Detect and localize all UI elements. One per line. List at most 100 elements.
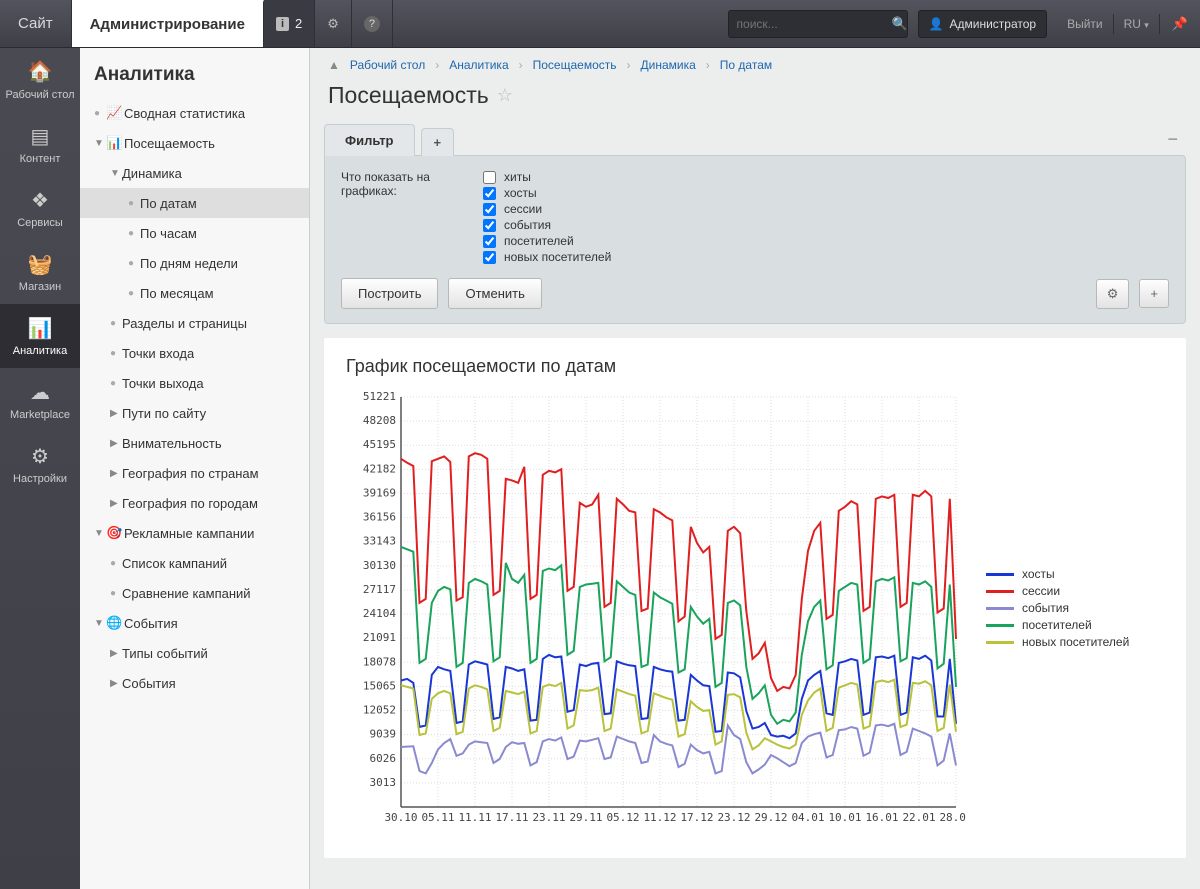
tree-panel: Аналитика ●📈Сводная статистика ▼📊Посещае… bbox=[80, 48, 310, 889]
chk-events[interactable]: события bbox=[483, 218, 611, 232]
arrow-right-icon: ▶ bbox=[110, 498, 122, 509]
tree-adv-list[interactable]: ●Список кампаний bbox=[80, 548, 309, 578]
crumb-4[interactable]: По датам bbox=[720, 58, 772, 72]
arrow-down-icon: ▼ bbox=[94, 618, 106, 629]
tab-site[interactable]: Сайт bbox=[0, 0, 72, 47]
pin-icon: 📌 bbox=[1172, 16, 1188, 31]
user-icon: 👤 bbox=[929, 17, 944, 31]
tab-admin[interactable]: Администрирование bbox=[72, 0, 264, 47]
svg-text:27117: 27117 bbox=[363, 583, 396, 596]
chk-hits[interactable]: хиты bbox=[483, 170, 611, 184]
filter-settings-button[interactable]: ⚙ bbox=[1096, 279, 1130, 309]
filter-collapse[interactable]: − bbox=[1167, 129, 1186, 150]
arrow-right-icon: ▶ bbox=[110, 468, 122, 479]
crumb-3[interactable]: Динамика bbox=[641, 58, 696, 72]
svg-text:51221: 51221 bbox=[363, 390, 396, 403]
chk-hosts[interactable]: хосты bbox=[483, 186, 611, 200]
arrow-right-icon: ▶ bbox=[110, 678, 122, 689]
search-icon[interactable]: 🔍 bbox=[892, 16, 908, 32]
tab-add-button[interactable]: + bbox=[421, 128, 455, 156]
svg-text:24104: 24104 bbox=[363, 607, 396, 620]
gear-icon: ⚙ bbox=[327, 16, 339, 32]
rail-content[interactable]: ▤Контент bbox=[0, 112, 80, 176]
tree-by-weekdays[interactable]: ●По дням недели bbox=[80, 248, 309, 278]
svg-text:17.12: 17.12 bbox=[680, 811, 713, 824]
tree-events[interactable]: ▼🌐События bbox=[80, 608, 309, 638]
home-icon: 🏠 bbox=[28, 59, 53, 85]
tree-adv[interactable]: ▼🎯Рекламные кампании bbox=[80, 518, 309, 548]
svg-text:15065: 15065 bbox=[363, 679, 396, 692]
filter-panel: Фильтр + − Что показать на графиках: хит… bbox=[324, 123, 1186, 324]
pin-button[interactable]: 📌 bbox=[1160, 16, 1200, 32]
chk-visitors[interactable]: посетителей bbox=[483, 234, 611, 248]
svg-text:17.11: 17.11 bbox=[495, 811, 528, 824]
favorite-star-icon[interactable]: ☆ bbox=[497, 85, 513, 106]
rail-analytics[interactable]: 📊Аналитика bbox=[0, 304, 80, 368]
tree-dynamics[interactable]: ▼Динамика bbox=[80, 158, 309, 188]
tree-geo-country[interactable]: ▶География по странам bbox=[80, 458, 309, 488]
svg-text:30.10: 30.10 bbox=[384, 811, 417, 824]
svg-text:12052: 12052 bbox=[363, 704, 396, 717]
tree-ev-types[interactable]: ▶Типы событий bbox=[80, 638, 309, 668]
svg-text:9039: 9039 bbox=[370, 728, 397, 741]
crumb-0[interactable]: Рабочий стол bbox=[350, 58, 425, 72]
tree-by-months[interactable]: ●По месяцам bbox=[80, 278, 309, 308]
breadcrumb: ▲ Рабочий стол› Аналитика› Посещаемость›… bbox=[310, 48, 1200, 78]
svg-text:42182: 42182 bbox=[363, 462, 396, 475]
crumb-1[interactable]: Аналитика bbox=[449, 58, 508, 72]
layers-icon: ❖ bbox=[31, 187, 49, 213]
tree-exit[interactable]: ●Точки выхода bbox=[80, 368, 309, 398]
rail-services[interactable]: ❖Сервисы bbox=[0, 176, 80, 240]
notifications-button[interactable]: i 2 bbox=[264, 0, 315, 47]
search-box[interactable]: 🔍 bbox=[728, 10, 908, 38]
notif-count: 2 bbox=[295, 16, 302, 31]
tree-by-hours[interactable]: ●По часам bbox=[80, 218, 309, 248]
rail-settings[interactable]: ⚙Настройки bbox=[0, 432, 80, 496]
tree-summary[interactable]: ●📈Сводная статистика bbox=[80, 98, 309, 128]
legend-sessions: сессии bbox=[986, 584, 1129, 598]
svg-text:23.12: 23.12 bbox=[717, 811, 750, 824]
svg-text:29.11: 29.11 bbox=[569, 811, 602, 824]
build-button[interactable]: Построить bbox=[341, 278, 438, 309]
tree-sections[interactable]: ●Разделы и страницы bbox=[80, 308, 309, 338]
help-button[interactable]: ? bbox=[352, 0, 393, 47]
svg-text:10.01: 10.01 bbox=[828, 811, 861, 824]
tree-entry[interactable]: ●Точки входа bbox=[80, 338, 309, 368]
cancel-button[interactable]: Отменить bbox=[448, 278, 541, 309]
basket-icon: 🧺 bbox=[28, 251, 53, 277]
tab-filter[interactable]: Фильтр bbox=[324, 124, 415, 156]
bars-icon: 📊 bbox=[106, 135, 124, 151]
gear-icon: ⚙ bbox=[1107, 286, 1119, 301]
filter-label: Что показать на графиках: bbox=[341, 170, 471, 264]
crumb-2[interactable]: Посещаемость bbox=[533, 58, 617, 72]
tree-adv-cmp[interactable]: ●Сравнение кампаний bbox=[80, 578, 309, 608]
svg-text:16.01: 16.01 bbox=[865, 811, 898, 824]
legend-visitors: посетителей bbox=[986, 618, 1129, 632]
rail-desktop[interactable]: 🏠Рабочий стол bbox=[0, 48, 80, 112]
arrow-right-icon: ▶ bbox=[110, 648, 122, 659]
plus-icon: + bbox=[1150, 286, 1158, 301]
lang-switch[interactable]: RU ▾ bbox=[1114, 17, 1159, 31]
arrow-down-icon: ▼ bbox=[94, 138, 106, 149]
legend-new-visitors: новых посетителей bbox=[986, 635, 1129, 649]
rail-shop[interactable]: 🧺Магазин bbox=[0, 240, 80, 304]
rail-marketplace[interactable]: ☁Marketplace bbox=[0, 368, 80, 432]
svg-text:36156: 36156 bbox=[363, 511, 396, 524]
tree-visits[interactable]: ▼📊Посещаемость bbox=[80, 128, 309, 158]
logout-link[interactable]: Выйти bbox=[1057, 17, 1113, 31]
tree-ev-list[interactable]: ▶События bbox=[80, 668, 309, 698]
tree-by-dates[interactable]: ●По датам bbox=[80, 188, 309, 218]
tree-geo-city[interactable]: ▶География по городам bbox=[80, 488, 309, 518]
chk-sessions[interactable]: сессии bbox=[483, 202, 611, 216]
legend-hosts: хосты bbox=[986, 567, 1129, 581]
tree-attention[interactable]: ▶Внимательность bbox=[80, 428, 309, 458]
tree-paths[interactable]: ▶Пути по сайту bbox=[80, 398, 309, 428]
settings-top-button[interactable]: ⚙ bbox=[315, 0, 352, 47]
user-menu[interactable]: 👤 Администратор bbox=[918, 10, 1048, 38]
filter-add-button[interactable]: + bbox=[1139, 279, 1169, 308]
search-input[interactable] bbox=[737, 17, 892, 31]
svg-text:05.11: 05.11 bbox=[421, 811, 454, 824]
breadcrumb-up[interactable]: ▲ bbox=[328, 58, 340, 72]
legend-events: события bbox=[986, 601, 1129, 615]
chk-new-visitors[interactable]: новых посетителей bbox=[483, 250, 611, 264]
